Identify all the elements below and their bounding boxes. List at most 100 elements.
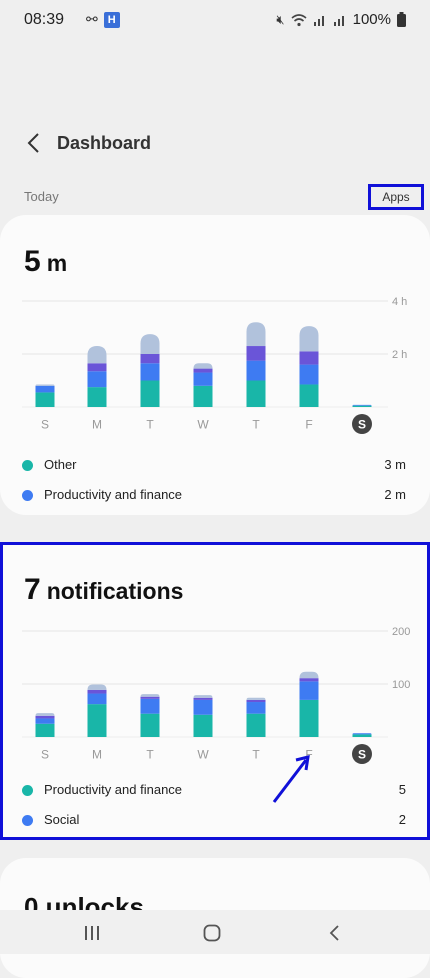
bar-segment[interactable] xyxy=(140,696,160,699)
bar-segment[interactable] xyxy=(87,346,107,364)
x-tick-label[interactable]: T xyxy=(252,748,260,762)
bar-segment[interactable] xyxy=(193,368,213,373)
bar-segment[interactable] xyxy=(246,380,266,408)
legend-value: 2 m xyxy=(384,487,406,502)
legend-row[interactable]: Social 2 xyxy=(22,811,406,831)
mute-icon: 🔇︎ xyxy=(276,11,285,27)
y-tick-label: 100 xyxy=(392,679,410,691)
bar-segment[interactable] xyxy=(246,697,266,700)
today-label: Today xyxy=(24,189,59,204)
back-nav-button[interactable] xyxy=(314,920,354,946)
bar-segment[interactable] xyxy=(35,713,55,716)
y-tick-label: 2 h xyxy=(392,349,407,361)
bar-segment[interactable] xyxy=(299,699,319,737)
bar-segment[interactable] xyxy=(299,671,319,679)
legend-value: 5 xyxy=(398,782,406,797)
bar-segment[interactable] xyxy=(193,695,213,698)
bar-segment[interactable] xyxy=(140,694,160,697)
bar-segment[interactable] xyxy=(193,699,213,715)
x-tick-label[interactable]: W xyxy=(197,418,209,432)
bar-segment[interactable] xyxy=(193,372,213,386)
status-bar: 08:39 ⚯ H 🔇︎ 100% xyxy=(0,0,430,40)
screen-time-card[interactable]: 5 m 4 h 2 h S M T W T F S Other 3 m Productivity… xyxy=(0,215,430,515)
y-tick-label: 200 xyxy=(392,626,410,638)
bar-segment[interactable] xyxy=(299,681,319,700)
bar-segment[interactable] xyxy=(193,363,213,369)
bar-segment[interactable] xyxy=(246,322,266,347)
bar-segment[interactable] xyxy=(352,404,372,406)
x-tick-label[interactable]: M xyxy=(92,418,102,432)
bar-segment[interactable] xyxy=(246,699,266,703)
notifications-card[interactable]: 7 notifications 200 100 S M T W T F S Productivi… xyxy=(0,542,430,840)
legend-dot xyxy=(22,460,33,471)
x-tick-label[interactable]: T xyxy=(146,748,154,762)
bar-segment[interactable] xyxy=(246,713,266,737)
bar-segment[interactable] xyxy=(140,713,160,737)
bar-segment[interactable] xyxy=(299,364,319,385)
wifi-icon xyxy=(291,13,307,26)
bar-segment[interactable] xyxy=(35,723,55,737)
bar-segment[interactable] xyxy=(87,693,107,705)
bar-segment[interactable] xyxy=(35,392,55,407)
back-arrow-icon xyxy=(27,133,39,153)
signal-2-icon xyxy=(333,15,344,26)
bar-segment[interactable] xyxy=(299,351,319,365)
bar-segment[interactable] xyxy=(246,346,266,361)
bar-segment[interactable] xyxy=(140,380,160,408)
apps-button[interactable]: Apps xyxy=(368,184,424,210)
top-app-bar: Dashboard xyxy=(0,120,430,166)
legend-row[interactable]: Other 3 m xyxy=(22,456,406,476)
bar-segment[interactable] xyxy=(246,360,266,381)
bar-segment[interactable] xyxy=(87,684,107,690)
bar-segment[interactable] xyxy=(35,715,55,719)
bar-segment[interactable] xyxy=(87,704,107,737)
legend-dot xyxy=(22,785,33,796)
recent-apps-icon xyxy=(85,926,99,940)
x-tick-label[interactable]: W xyxy=(197,748,209,762)
bar-segment[interactable] xyxy=(299,384,319,407)
legend-label: Social xyxy=(44,812,80,827)
section-header: Today Apps xyxy=(0,184,430,212)
bar-segment[interactable] xyxy=(87,363,107,372)
bar-segment[interactable] xyxy=(35,385,55,393)
bar-segment[interactable] xyxy=(140,354,160,364)
bar-segment[interactable] xyxy=(299,678,319,682)
legend-row[interactable]: Productivity and finance 5 xyxy=(22,781,406,801)
screen-time-chart[interactable]: 4 h 2 h S M T W T F S xyxy=(0,287,430,437)
bar-segment[interactable] xyxy=(35,718,55,724)
x-tick-label[interactable]: S xyxy=(41,748,49,762)
legend-value: 2 xyxy=(398,812,406,827)
x-tick-label[interactable]: S xyxy=(358,748,366,762)
x-tick-label[interactable]: T xyxy=(146,418,154,432)
legend-dot xyxy=(22,490,33,501)
notifications-chart[interactable]: 200100S M T W T F S xyxy=(0,617,430,767)
x-tick-label[interactable]: F xyxy=(305,418,312,432)
bar-segment[interactable] xyxy=(140,334,160,354)
status-time: 08:39 xyxy=(24,11,65,28)
bar-segment[interactable] xyxy=(140,698,160,714)
bar-segment[interactable] xyxy=(193,697,213,700)
bar-segment[interactable] xyxy=(87,689,107,694)
recent-apps-button[interactable] xyxy=(72,920,112,946)
notifications-total: 7 notifications xyxy=(24,573,183,607)
bar-segment[interactable] xyxy=(299,326,319,352)
x-tick-label[interactable]: S xyxy=(358,418,366,432)
bar-segment[interactable] xyxy=(352,734,372,737)
bar-segment[interactable] xyxy=(352,405,372,407)
back-button[interactable] xyxy=(18,128,48,158)
bar-segment[interactable] xyxy=(140,363,160,381)
bar-segment[interactable] xyxy=(352,733,372,735)
screen-time-value: 5 xyxy=(24,245,41,278)
home-button[interactable] xyxy=(192,920,232,946)
battery-text: 100% xyxy=(352,11,391,28)
legend-row[interactable]: Productivity and finance 2 m xyxy=(22,486,406,506)
bar-segment[interactable] xyxy=(35,384,55,386)
bar-segment[interactable] xyxy=(87,371,107,388)
x-tick-label[interactable]: M xyxy=(92,748,102,762)
x-tick-label[interactable]: S xyxy=(41,418,49,432)
x-tick-label[interactable]: T xyxy=(252,418,260,432)
bar-segment[interactable] xyxy=(193,385,213,407)
bar-segment[interactable] xyxy=(87,387,107,407)
bar-segment[interactable] xyxy=(193,714,213,737)
bar-segment[interactable] xyxy=(246,702,266,714)
